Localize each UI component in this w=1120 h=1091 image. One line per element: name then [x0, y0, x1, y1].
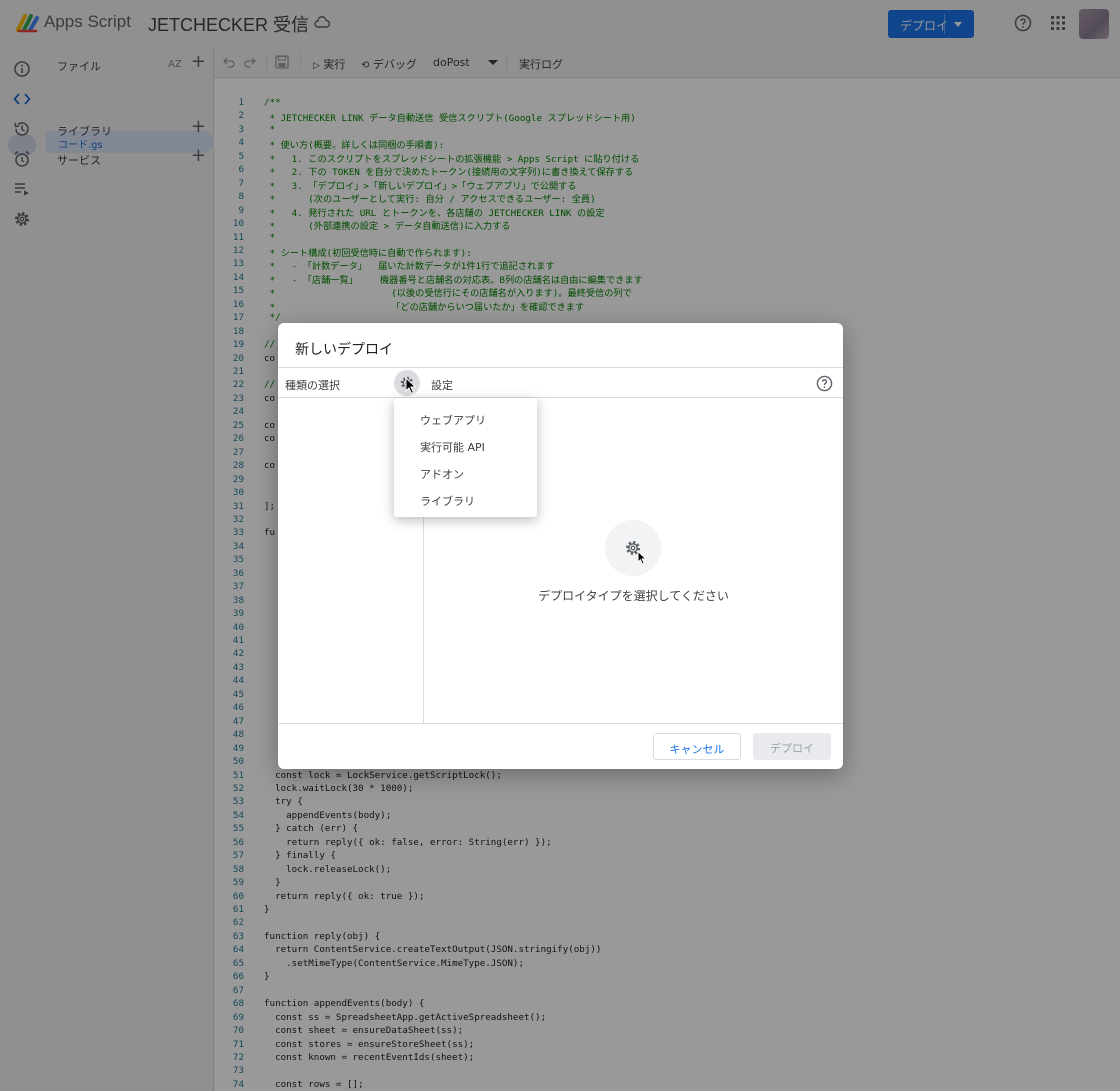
deploy-button[interactable]: デプロイ [753, 733, 831, 760]
menu-item-addon[interactable]: アドオン [394, 460, 537, 487]
settings-column-label: 設定 [431, 379, 453, 392]
menu-item-executable-api[interactable]: 実行可能 API [394, 433, 537, 460]
menu-item-label: ウェブアプリ [420, 414, 486, 427]
empty-state-illustration [605, 520, 661, 576]
menu-item-label: ライブラリ [420, 495, 475, 508]
menu-item-label: アドオン [420, 468, 464, 481]
cancel-button[interactable]: キャンセル [653, 733, 741, 760]
menu-item-label: 実行可能 API [420, 441, 485, 454]
deployment-type-menu: ウェブアプリ 実行可能 API アドオン ライブラリ [394, 398, 537, 517]
dialog-title: 新しいデプロイ [295, 341, 393, 357]
new-deployment-dialog: 新しいデプロイ 種類の選択 設定 デプロイタイプを選択してください キャンセル … [278, 323, 843, 769]
menu-item-library[interactable]: ライブラリ [394, 487, 537, 514]
dialog-footer-divider [278, 723, 843, 724]
help-icon[interactable] [816, 375, 833, 392]
menu-item-web-app[interactable]: ウェブアプリ [394, 406, 537, 433]
select-type-label: 種類の選択 [285, 379, 340, 392]
empty-state-message: デプロイタイプを選択してください [538, 589, 729, 603]
mouse-cursor-icon [637, 551, 647, 565]
dialog-column-header: 種類の選択 設定 [278, 367, 843, 398]
mouse-cursor-icon [405, 377, 417, 395]
